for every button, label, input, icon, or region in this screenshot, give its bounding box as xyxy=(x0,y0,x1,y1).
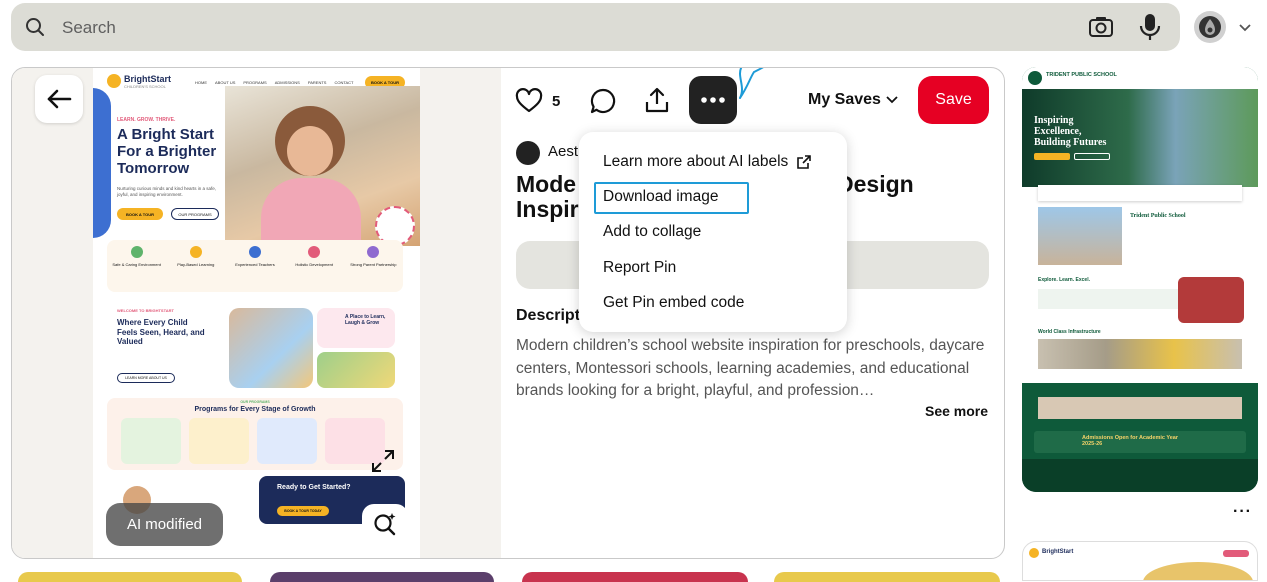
pin-feature: Strong Parent Partnership xyxy=(348,246,398,267)
menu-item-label: Learn more about AI labels xyxy=(603,153,789,170)
pin-nav-item: PARENTS xyxy=(307,80,327,85)
pin-hero-sub: Nurturing curious minds and kind hearts … xyxy=(117,186,217,197)
lens-search-icon xyxy=(374,513,396,536)
pin-image-pane: BrightStart CHILDREN'S SCHOOL HOME ABOUT… xyxy=(12,68,501,558)
pin-nav-item: ADMISSIONS xyxy=(274,80,300,85)
pin-brand-sub: CHILDREN'S SCHOOL xyxy=(124,84,166,89)
author-avatar[interactable] xyxy=(516,141,540,165)
search-bar[interactable]: Search xyxy=(11,3,1180,51)
pin-thumbnail-row-2[interactable] xyxy=(270,572,494,582)
pin-photo-outdoor xyxy=(317,352,395,388)
board-select[interactable]: My Saves xyxy=(808,91,899,109)
pin-decor-blob xyxy=(93,88,111,238)
thumb-hero: Inspiring Excellence, Building Futures xyxy=(1034,115,1107,148)
back-button[interactable] xyxy=(35,75,83,123)
comment-icon[interactable] xyxy=(589,87,617,120)
pin-learn-more: LEARN MORE ABOUT US xyxy=(117,373,175,383)
more-options-menu: Learn more about AI labels Download imag… xyxy=(579,132,847,332)
pin-thumbnail-row-2[interactable] xyxy=(18,572,242,582)
pin-place-card: A Place to Learn, Laugh & Grow xyxy=(317,308,395,348)
pin-btn-tour: BOOK A TOUR xyxy=(117,208,163,220)
expand-icon[interactable] xyxy=(370,448,396,479)
description-text: Modern children’s school website inspira… xyxy=(516,337,985,399)
external-link-icon xyxy=(797,155,812,169)
thumb-school: TRIDENT PUBLIC SCHOOL xyxy=(1046,72,1117,78)
pin-feature: Experienced Teachers xyxy=(230,246,280,267)
account-avatar[interactable] xyxy=(1194,11,1226,43)
avatar-logo-icon xyxy=(1199,16,1221,38)
pin-image[interactable]: BrightStart CHILDREN'S SCHOOL HOME ABOUT… xyxy=(93,68,420,558)
pin-thumbnail-row-2[interactable] xyxy=(522,572,748,582)
pin-nav: HOME ABOUT US PROGRAMS ADMISSIONS PARENT… xyxy=(195,80,354,85)
save-button[interactable]: Save xyxy=(918,76,989,124)
pin-closeup-card: BrightStart CHILDREN'S SCHOOL HOME ABOUT… xyxy=(11,67,1005,559)
chevron-down-icon xyxy=(886,96,898,104)
pin-title-right: Design xyxy=(837,171,914,197)
account-menu-chevron-icon[interactable] xyxy=(1238,20,1252,38)
brand-sun-icon xyxy=(107,74,121,88)
thumb-explore: Explore. Learn. Excel. xyxy=(1038,277,1090,283)
pin-more-options-icon[interactable]: ··· xyxy=(1233,503,1252,521)
pin-feature: Safe & Caring Environment xyxy=(112,246,162,267)
description-heading: Descript xyxy=(516,307,581,324)
pin-feature: Holistic Development xyxy=(289,246,339,267)
pin-hero-photo xyxy=(225,86,420,246)
pin-nav-item: HOME xyxy=(195,80,207,85)
heart-icon[interactable] xyxy=(515,88,543,119)
visual-search-button[interactable] xyxy=(362,504,408,544)
pin-btn-programs: OUR PROGRAMS xyxy=(171,208,219,220)
microphone-icon[interactable] xyxy=(1139,13,1161,46)
like-count: 5 xyxy=(552,93,561,110)
thumb-world: World Class Infrastructure xyxy=(1038,329,1101,335)
ellipsis-icon xyxy=(701,97,725,103)
pin-feature: Play-Based Learning xyxy=(171,246,221,267)
thumb2-brand: BrightStart xyxy=(1042,549,1074,555)
pin-nav-item: ABOUT US xyxy=(215,80,236,85)
menu-item-report-pin[interactable]: Report Pin xyxy=(603,259,676,277)
annotation-scribble xyxy=(739,68,764,99)
pin-nav-item: PROGRAMS xyxy=(243,80,267,85)
pin-thumbnail-row-2[interactable] xyxy=(774,572,1000,582)
share-icon[interactable] xyxy=(643,86,671,119)
pin-hero-title: A Bright Start For a Brighter Tomorrow xyxy=(117,126,217,177)
camera-search-icon[interactable] xyxy=(1088,14,1114,45)
pin-nav-item: CONTACT xyxy=(334,80,354,85)
search-input[interactable]: Search xyxy=(62,18,116,38)
pin-welcome: WELCOME TO BRIGHTSTART xyxy=(117,308,174,313)
pin-photo-kids xyxy=(229,308,313,388)
arrow-left-icon xyxy=(47,89,72,109)
annotation-highlight-box xyxy=(594,182,749,214)
ai-modified-badge[interactable]: AI modified xyxy=(106,503,223,546)
search-icon xyxy=(25,17,45,42)
pin-where-title: Where Every Child Feels Seen, Heard, and… xyxy=(117,318,205,346)
board-select-label: My Saves xyxy=(808,91,881,108)
pin-tagline: LEARN. GROW. THRIVE. xyxy=(117,117,176,123)
menu-item-add-to-collage[interactable]: Add to collage xyxy=(603,223,701,241)
pin-brand: BrightStart xyxy=(124,74,171,84)
author-name[interactable]: Aest xyxy=(548,143,578,160)
pin-title-left: Mode Inspir xyxy=(516,171,579,222)
related-pin-thumbnail-2[interactable]: BrightStart xyxy=(1022,541,1258,581)
see-more-link[interactable]: See more xyxy=(925,403,988,419)
thumb-admissions: Admissions Open for Academic Year 2025-2… xyxy=(1082,435,1178,447)
menu-item-embed-code[interactable]: Get Pin embed code xyxy=(603,294,744,312)
related-pin-thumbnail[interactable]: TRIDENT PUBLIC SCHOOL Inspiring Excellen… xyxy=(1022,67,1258,492)
thumb-section: Trident Public School xyxy=(1130,213,1186,219)
pin-programs: OUR PROGRAMS Programs for Every Stage of… xyxy=(107,398,403,470)
menu-item-ai-labels[interactable]: Learn more about AI labels xyxy=(603,153,812,171)
pin-features-row: Safe & Caring Environment Play-Based Lea… xyxy=(107,240,403,292)
